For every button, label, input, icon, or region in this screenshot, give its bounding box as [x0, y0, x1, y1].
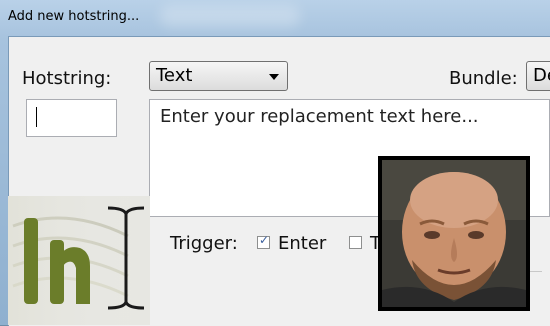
title-bar-glass-blur	[160, 5, 300, 27]
trigger-enter-checkbox[interactable]: ✓	[257, 233, 270, 249]
chevron-down-icon	[269, 74, 279, 80]
trigger-enter-label: Enter	[278, 233, 327, 254]
replacement-placeholder: Enter your replacement text here...	[160, 106, 479, 127]
type-select-value: Text	[156, 65, 193, 86]
bundle-label: Bundle:	[449, 68, 518, 89]
trigger-label: Trigger:	[170, 233, 238, 254]
dialog-window: Add new hotstring... Hotstring: Text Bun…	[0, 0, 550, 326]
bundle-select-value: De	[533, 65, 550, 86]
bundle-select[interactable]: De	[526, 61, 550, 91]
trigger-t-checkbox[interactable]	[349, 236, 362, 249]
avatar	[378, 156, 530, 311]
type-select[interactable]: Text	[149, 61, 288, 91]
hotstring-label: Hotstring:	[22, 68, 112, 89]
text-caret	[36, 107, 37, 127]
checkmark-icon: ✓	[259, 233, 270, 247]
avatar-photo	[382, 160, 526, 307]
hotstring-input[interactable]	[26, 99, 117, 137]
lh-logo	[8, 196, 150, 325]
window-title: Add new hotstring...	[8, 9, 140, 24]
separator-line	[530, 271, 542, 272]
title-bar[interactable]: Add new hotstring...	[0, 0, 550, 36]
